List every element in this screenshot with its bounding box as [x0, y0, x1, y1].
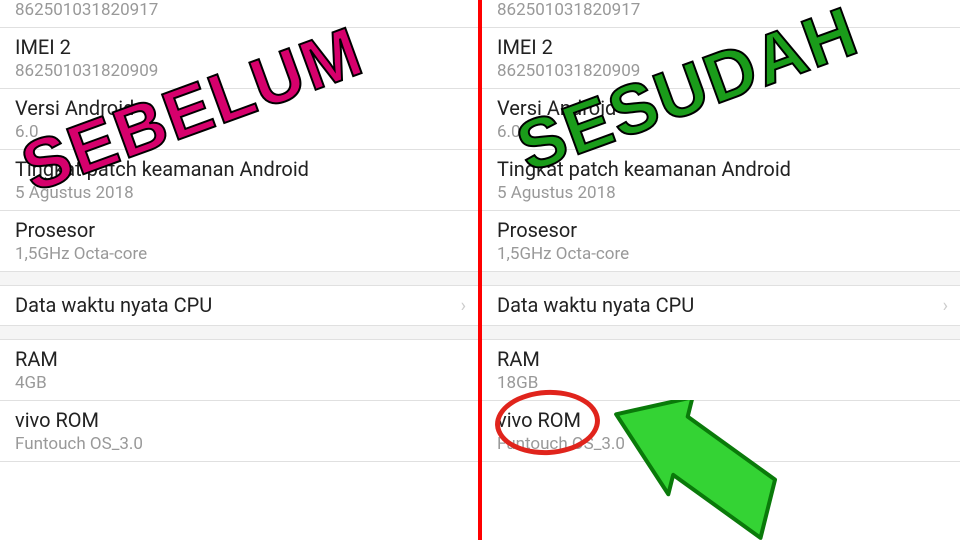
processor-value: 1,5GHz Octa-core [15, 244, 463, 264]
ram-value: 18GB [497, 373, 945, 393]
panel-before: 862501031820917 IMEI 2 862501031820909 V… [0, 0, 478, 540]
imei1-row[interactable]: 862501031820917 [482, 0, 960, 28]
security-patch-value: 5 Agustus 2018 [497, 183, 945, 203]
chevron-right-icon: › [461, 295, 466, 316]
imei2-row[interactable]: IMEI 2 862501031820909 [482, 28, 960, 89]
chevron-right-icon: › [943, 295, 948, 316]
rom-value: Funtouch OS_3.0 [15, 434, 463, 454]
imei1-row[interactable]: 862501031820917 [0, 0, 478, 28]
section-gap [0, 326, 478, 340]
security-patch-label: Tingkat patch keamanan Android [497, 156, 945, 182]
android-version-value: 6.0 [15, 122, 463, 142]
processor-label: Prosesor [15, 217, 463, 243]
section-gap [482, 326, 960, 340]
ram-row[interactable]: RAM 4GB [0, 340, 478, 401]
rom-label: vivo ROM [15, 407, 463, 433]
processor-value: 1,5GHz Octa-core [497, 244, 945, 264]
section-gap [482, 272, 960, 286]
android-version-label: Versi Android [15, 95, 463, 121]
imei2-row[interactable]: IMEI 2 862501031820909 [0, 28, 478, 89]
imei2-label: IMEI 2 [497, 34, 945, 60]
rom-row[interactable]: vivo ROM Funtouch OS_3.0 [482, 401, 960, 462]
security-patch-label: Tingkat patch keamanan Android [15, 156, 463, 182]
ram-label: RAM [15, 346, 463, 372]
android-version-row[interactable]: Versi Android 6.0 [482, 89, 960, 150]
cpu-realtime-label: Data waktu nyata CPU [15, 292, 463, 318]
processor-label: Prosesor [497, 217, 945, 243]
processor-row[interactable]: Prosesor 1,5GHz Octa-core [482, 211, 960, 272]
imei2-value: 862501031820909 [15, 61, 463, 81]
rom-value: Funtouch OS_3.0 [497, 434, 945, 454]
cpu-realtime-row[interactable]: Data waktu nyata CPU › [482, 286, 960, 326]
security-patch-row[interactable]: Tingkat patch keamanan Android 5 Agustus… [482, 150, 960, 211]
panel-after: 862501031820917 IMEI 2 862501031820909 V… [482, 0, 960, 540]
android-version-label: Versi Android [497, 95, 945, 121]
android-version-row[interactable]: Versi Android 6.0 [0, 89, 478, 150]
section-gap [0, 272, 478, 286]
comparison-container: 862501031820917 IMEI 2 862501031820909 V… [0, 0, 960, 540]
imei2-value: 862501031820909 [497, 61, 945, 81]
cpu-realtime-row[interactable]: Data waktu nyata CPU › [0, 286, 478, 326]
rom-row[interactable]: vivo ROM Funtouch OS_3.0 [0, 401, 478, 462]
imei2-label: IMEI 2 [15, 34, 463, 60]
imei1-value: 862501031820917 [15, 0, 463, 20]
processor-row[interactable]: Prosesor 1,5GHz Octa-core [0, 211, 478, 272]
ram-value: 4GB [15, 373, 463, 393]
ram-label: RAM [497, 346, 945, 372]
ram-row[interactable]: RAM 18GB [482, 340, 960, 401]
android-version-value: 6.0 [497, 122, 945, 142]
security-patch-value: 5 Agustus 2018 [15, 183, 463, 203]
rom-label: vivo ROM [497, 407, 945, 433]
security-patch-row[interactable]: Tingkat patch keamanan Android 5 Agustus… [0, 150, 478, 211]
cpu-realtime-label: Data waktu nyata CPU [497, 292, 945, 318]
imei1-value: 862501031820917 [497, 0, 945, 20]
